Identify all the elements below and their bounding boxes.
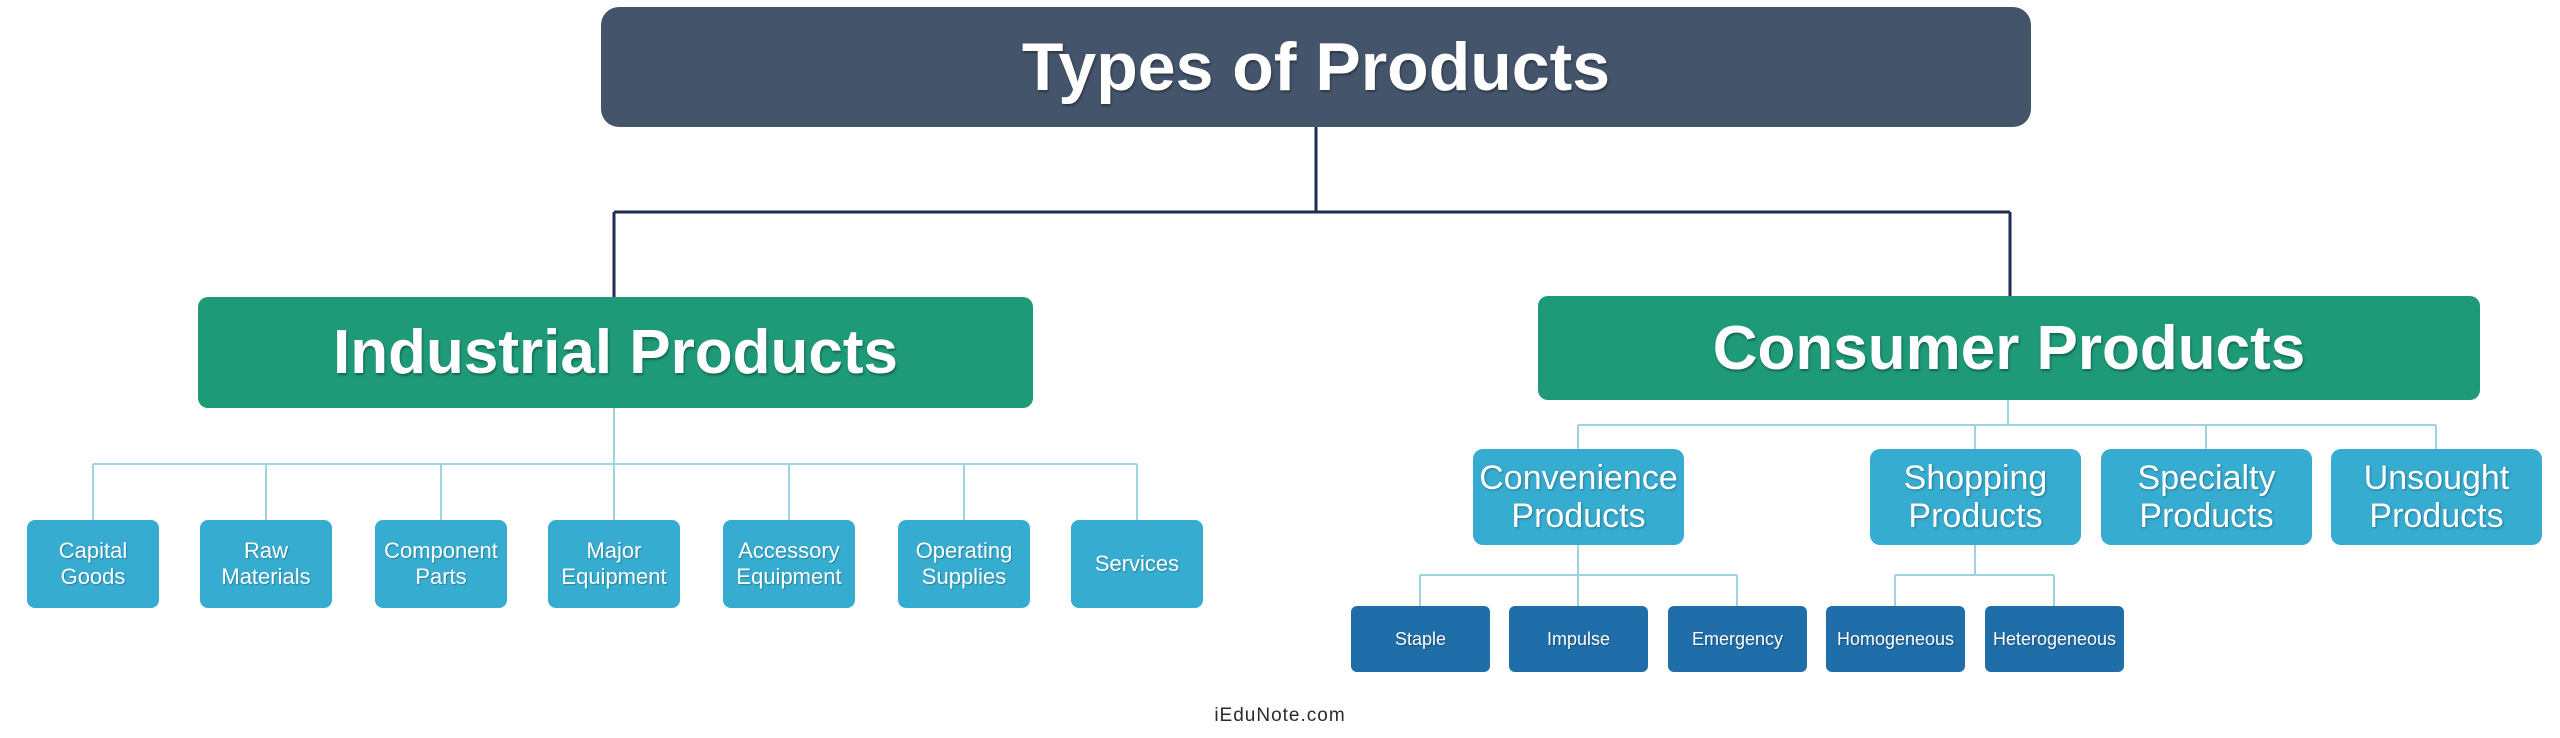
convenience-staple: Staple bbox=[1351, 606, 1490, 672]
node-label: Unsought Products bbox=[2363, 459, 2510, 535]
convenience-children-connector bbox=[1419, 545, 1738, 606]
node-label: Operating Supplies bbox=[915, 538, 1013, 589]
node-label: Major Equipment bbox=[561, 538, 667, 589]
category-industrial-products: Industrial Products bbox=[198, 297, 1033, 408]
node-label: Accessory Equipment bbox=[736, 538, 842, 589]
node-label: Raw Materials bbox=[221, 538, 311, 589]
shopping-homogeneous: Homogeneous bbox=[1826, 606, 1965, 672]
industrial-component-parts: Component Parts bbox=[375, 520, 507, 608]
root-title: Types of Products bbox=[1021, 29, 1611, 105]
node-label: Staple bbox=[1394, 628, 1447, 649]
shopping-heterogeneous: Heterogeneous bbox=[1985, 606, 2124, 672]
consumer-unsought-products: Unsought Products bbox=[2331, 449, 2542, 545]
root-to-categories-connector bbox=[612, 127, 2012, 297]
node-label: Impulse bbox=[1546, 628, 1611, 649]
node-label: Component Parts bbox=[384, 538, 498, 589]
node-label: Services bbox=[1094, 551, 1180, 576]
industrial-children-connector bbox=[92, 408, 1138, 520]
category-consumer-products: Consumer Products bbox=[1538, 296, 2480, 400]
industrial-major-equipment: Major Equipment bbox=[548, 520, 680, 608]
category-label: Industrial Products bbox=[333, 318, 898, 387]
main-connectors bbox=[612, 127, 2012, 297]
node-label: Homogeneous bbox=[1836, 628, 1955, 649]
consumer-shopping-products: Shopping Products bbox=[1870, 449, 2081, 545]
node-label: Shopping Products bbox=[1903, 459, 2048, 535]
industrial-operating-supplies: Operating Supplies bbox=[898, 520, 1030, 608]
node-label: Specialty Products bbox=[2137, 459, 2276, 535]
node-label: Heterogeneous bbox=[1992, 628, 2117, 649]
industrial-raw-materials: Raw Materials bbox=[200, 520, 332, 608]
shopping-children-connector bbox=[1894, 545, 2055, 606]
convenience-emergency: Emergency bbox=[1668, 606, 1807, 672]
industrial-services: Services bbox=[1071, 520, 1203, 608]
node-label: Convenience Products bbox=[1479, 459, 1678, 535]
consumer-specialty-products: Specialty Products bbox=[2101, 449, 2312, 545]
industrial-capital-goods: Capital Goods bbox=[27, 520, 159, 608]
node-label: Emergency bbox=[1691, 628, 1784, 649]
consumer-children-connector bbox=[1577, 400, 2437, 449]
convenience-impulse: Impulse bbox=[1509, 606, 1648, 672]
node-label: Capital Goods bbox=[58, 538, 128, 589]
root-node-types-of-products: Types of Products bbox=[601, 7, 2031, 127]
industrial-accessory-equipment: Accessory Equipment bbox=[723, 520, 855, 608]
source-credit: iEduNote.com bbox=[1214, 705, 1346, 726]
category-label: Consumer Products bbox=[1712, 313, 2306, 383]
consumer-convenience-products: Convenience Products bbox=[1473, 449, 1684, 545]
